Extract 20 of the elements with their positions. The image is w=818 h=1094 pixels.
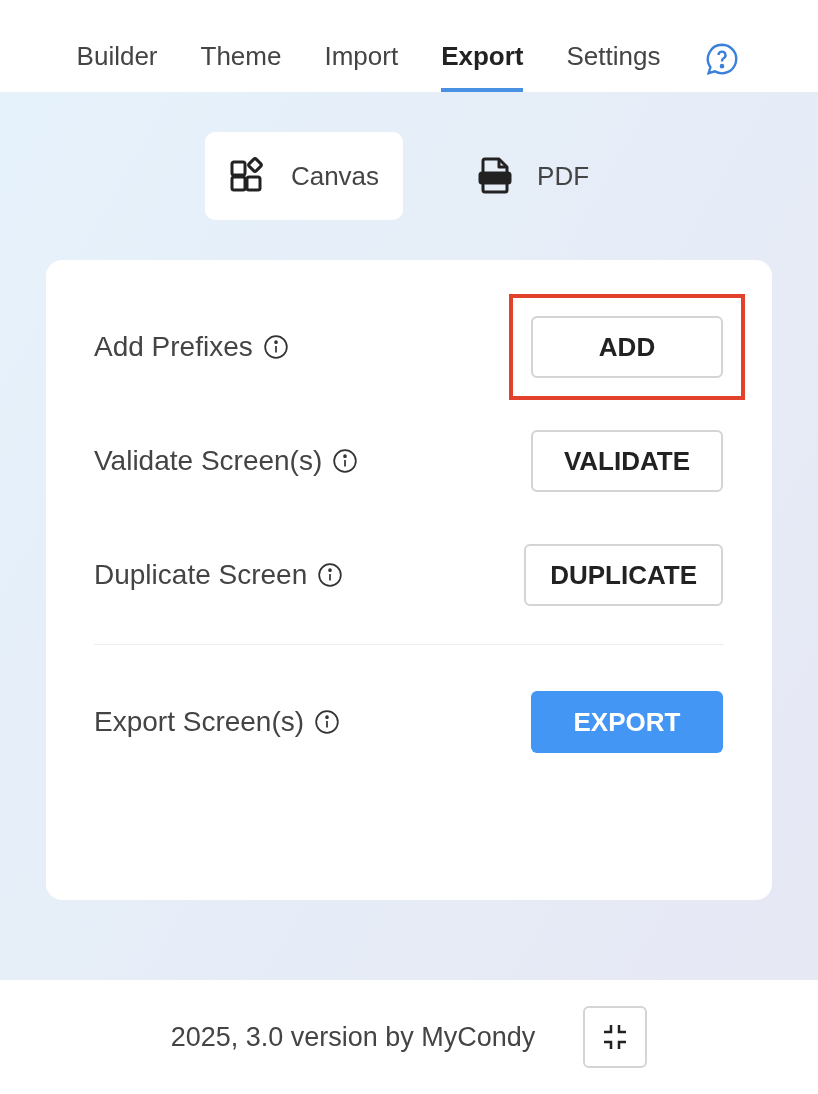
action-label: Export Screen(s) bbox=[94, 705, 305, 739]
info-icon[interactable] bbox=[332, 448, 359, 474]
nav-tab[interactable]: Builder bbox=[76, 37, 158, 92]
action-button[interactable]: VALIDATE bbox=[531, 430, 723, 492]
info-icon[interactable] bbox=[317, 562, 344, 588]
footer-text: 2025, 3.0 version by MyCondy bbox=[170, 1020, 536, 1054]
nav-tab[interactable]: Theme bbox=[200, 37, 282, 92]
action-button[interactable]: DUPLICATE bbox=[524, 544, 723, 606]
action-label: Add Prefixes bbox=[94, 330, 253, 364]
nav-tab[interactable]: Settings bbox=[566, 37, 661, 92]
nav-tab[interactable]: Import bbox=[324, 37, 399, 92]
pdf-file-icon bbox=[477, 156, 514, 196]
action-label: Duplicate Screen bbox=[94, 558, 308, 592]
collapse-button[interactable] bbox=[583, 1006, 648, 1068]
action-button[interactable]: ADD bbox=[531, 316, 723, 378]
action-label: Validate Screen(s) bbox=[94, 444, 323, 478]
mode-tab[interactable]: PDF bbox=[453, 132, 614, 220]
mode-tab[interactable]: Canvas bbox=[204, 132, 404, 220]
info-icon[interactable] bbox=[314, 709, 341, 735]
info-icon[interactable] bbox=[262, 334, 289, 360]
